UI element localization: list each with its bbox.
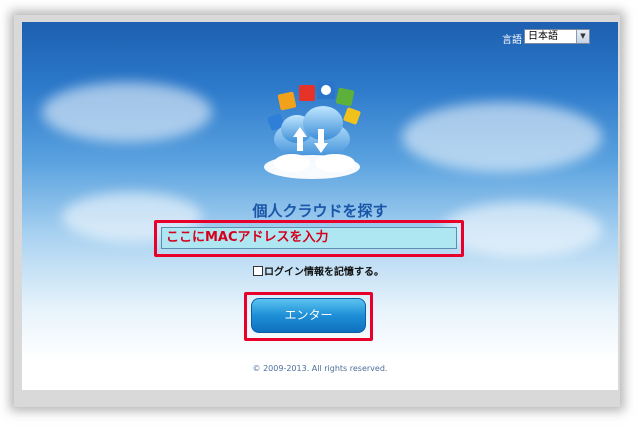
language-selected-value: 日本語 [528,31,558,42]
remember-login[interactable]: ログイン情報を記憶する。 [253,263,384,278]
cloud-sync-logo-icon [264,81,361,179]
language-select[interactable]: 日本語 ▼ [524,29,590,44]
language-label: 言語 [502,35,522,46]
remember-label: ログイン情報を記憶する。 [264,267,384,278]
background-cloud [42,82,212,142]
enter-button[interactable]: エンター [251,298,366,333]
copyright-text: © 2009-2013. All rights reserved. [252,364,388,373]
background-cloud [402,102,602,172]
page-title: 個人クラウドを探す [252,202,388,220]
remember-checkbox[interactable] [253,266,263,276]
chevron-down-icon[interactable]: ▼ [576,30,589,43]
mac-address-input[interactable]: ここにMACアドレスを入力 [161,227,457,249]
